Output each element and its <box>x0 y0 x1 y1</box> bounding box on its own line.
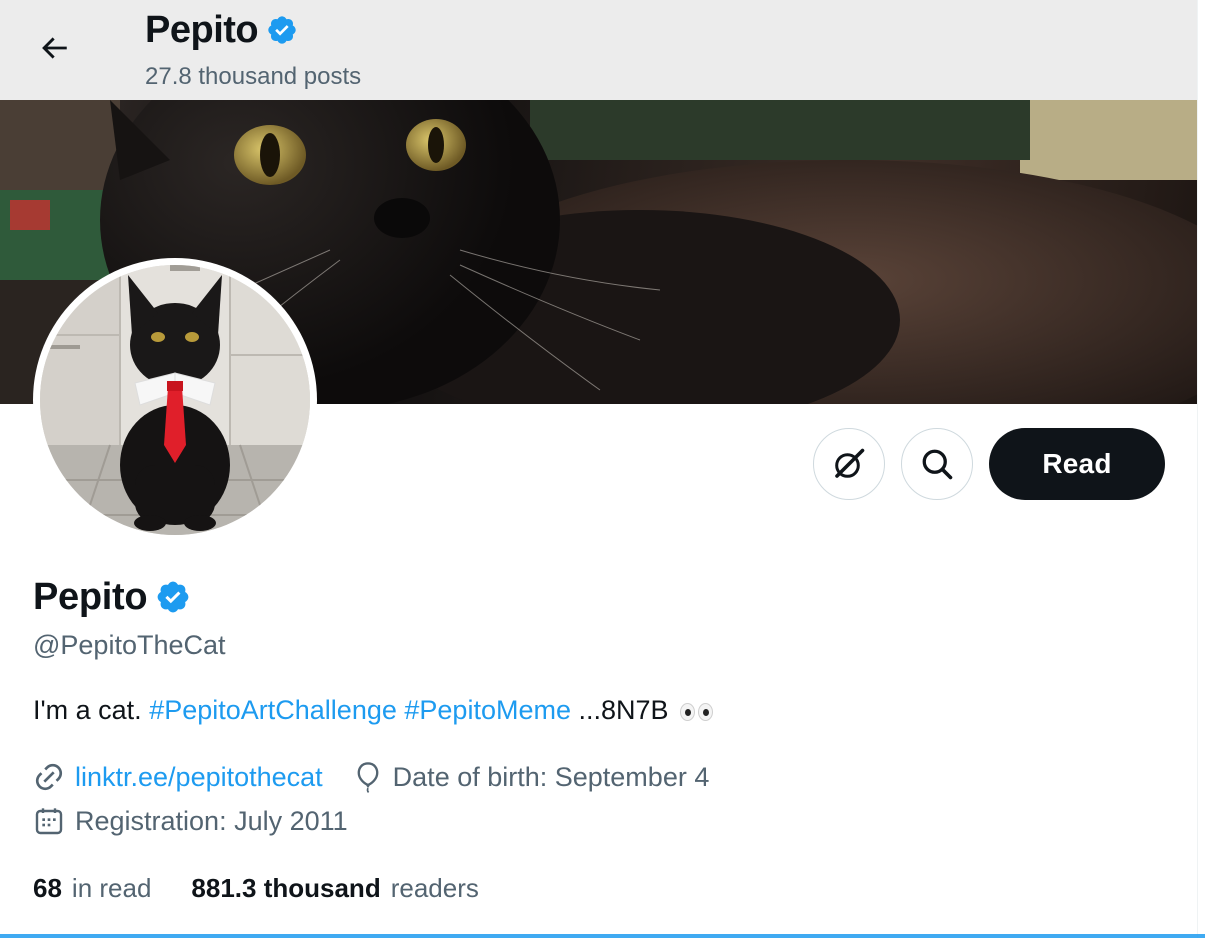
page-right-border <box>1197 0 1205 938</box>
registration-text: Registration: July 2011 <box>75 806 348 836</box>
eyes-emoji <box>680 702 714 721</box>
calendar-icon <box>35 808 63 835</box>
grok-icon <box>835 448 865 478</box>
bio-hashtag-meme[interactable]: #PepitoMeme <box>404 695 571 725</box>
search-icon <box>922 449 953 480</box>
profile-handle: @PepitoTheCat <box>33 630 226 660</box>
profile-meta-row-1: linktr.ee/pepitothecat Date of birth: Se… <box>33 759 709 795</box>
grok-button[interactable] <box>813 428 885 500</box>
verified-badge-icon[interactable] <box>266 14 298 46</box>
back-button[interactable] <box>22 26 86 70</box>
profile-birth-date: Date of birth: September 4 <box>353 759 710 795</box>
profile-avatar[interactable] <box>33 258 317 542</box>
profile-name: Pepito <box>33 574 191 620</box>
profile-page: Pepito 27.8 thousand posts Read Pepito @… <box>0 0 1205 938</box>
header-title: Pepito <box>145 8 298 52</box>
bio-hashtag-art-challenge[interactable]: #PepitoArtChallenge <box>149 695 397 725</box>
following-label: in read <box>71 873 152 903</box>
followers-label: readers <box>390 873 479 903</box>
profile-bio: I'm a cat. #PepitoArtChallenge #PepitoMe… <box>33 692 714 728</box>
bio-text-end: ...8N7B <box>578 695 669 725</box>
link-icon <box>35 763 63 791</box>
profile-registration: Registration: July 2011 <box>33 803 348 839</box>
eye-right <box>698 702 714 721</box>
following-count: 68 <box>33 873 62 903</box>
birth-date-text: Date of birth: September 4 <box>392 762 710 792</box>
avatar-cat-image <box>40 265 310 535</box>
verified-badge-icon[interactable] <box>155 579 191 615</box>
header-name: Pepito <box>145 9 259 51</box>
arrow-left-icon <box>42 37 67 59</box>
followers-link[interactable]: 881.3 thousand readers <box>191 870 478 906</box>
website-link[interactable]: linktr.ee/pepitothecat <box>75 759 323 795</box>
balloon-icon <box>357 762 379 793</box>
follow-button[interactable]: Read <box>989 428 1165 500</box>
profile-meta-row-2: Registration: July 2011 <box>33 803 348 839</box>
following-link[interactable]: 68 in read <box>33 870 151 906</box>
bottom-accent-line <box>0 934 1205 938</box>
search-profile-button[interactable] <box>901 428 973 500</box>
bio-text: I'm a cat. <box>33 695 142 725</box>
followers-count: 881.3 thousand <box>191 873 381 903</box>
header-posts-count: 27.8 thousand posts <box>145 63 362 90</box>
eye-left <box>680 702 696 721</box>
avatar-photo <box>40 265 310 535</box>
profile-website: linktr.ee/pepitothecat <box>33 759 323 795</box>
profile-display-name: Pepito <box>33 576 148 618</box>
profile-header-bar: Pepito 27.8 thousand posts <box>0 0 1197 100</box>
profile-stats: 68 in read 881.3 thousand readers <box>33 870 479 906</box>
